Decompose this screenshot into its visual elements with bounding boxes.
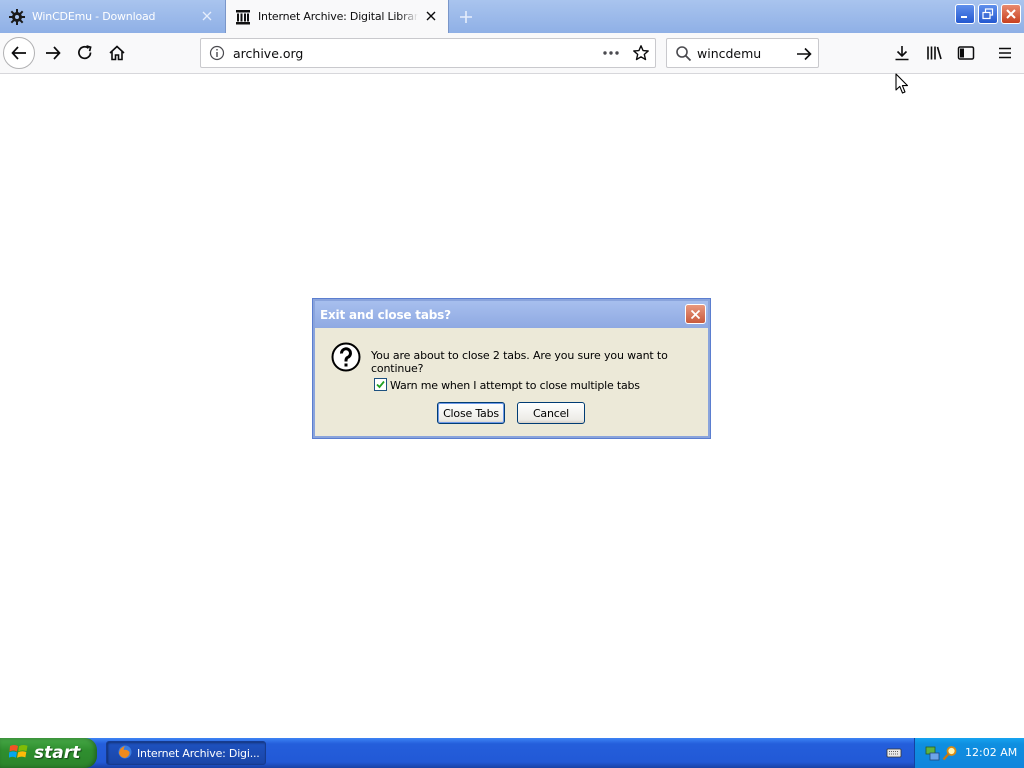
windows-logo-icon: [8, 743, 29, 764]
start-label: start: [34, 743, 81, 763]
search-icon: [675, 45, 692, 65]
home-button[interactable]: [101, 37, 133, 69]
mouse-cursor-icon: [895, 73, 909, 98]
search-bar[interactable]: [666, 38, 819, 68]
bookmark-star-icon[interactable]: [632, 44, 650, 65]
start-button[interactable]: start: [0, 738, 97, 768]
close-icon[interactable]: [200, 9, 214, 23]
page-actions-icon[interactable]: [602, 45, 620, 64]
archive-icon: [234, 8, 252, 26]
system-tray: 12:02 AM: [914, 738, 1024, 768]
downloads-button[interactable]: [886, 37, 918, 69]
restore-icon: [982, 8, 994, 20]
window-close-button[interactable]: [1001, 4, 1021, 24]
forward-button[interactable]: [37, 37, 69, 69]
back-arrow-icon: [11, 46, 26, 60]
download-icon: [895, 46, 909, 61]
taskbar: start Internet Archive: Digi... 12:02 AM: [0, 738, 1024, 768]
close-tabs-button[interactable]: Close Tabs: [437, 402, 505, 424]
minimize-button[interactable]: [955, 4, 975, 24]
sidebar-button[interactable]: [950, 37, 982, 69]
dialog-title-bar[interactable]: Exit and close tabs?: [315, 301, 708, 328]
new-tab-button[interactable]: [456, 7, 476, 27]
question-icon: [330, 341, 362, 376]
sidebar-icon: [957, 46, 975, 60]
close-icon: [1006, 9, 1016, 19]
close-icon[interactable]: [424, 9, 438, 23]
tab-wincdemu[interactable]: WinCDEmu - Download: [0, 0, 224, 33]
taskbar-item-label: Internet Archive: Digi...: [137, 746, 260, 760]
exit-dialog: Exit and close tabs? You are about to cl…: [313, 299, 710, 438]
restore-button[interactable]: [978, 4, 998, 24]
tab-title: Internet Archive: Digital Library of: [258, 10, 418, 23]
dialog-title: Exit and close tabs?: [320, 308, 451, 322]
reload-icon: [78, 45, 92, 60]
minimize-icon: [961, 16, 967, 18]
search-input[interactable]: [697, 45, 792, 62]
cancel-button[interactable]: Cancel: [517, 402, 585, 424]
tab-strip: WinCDEmu - Download Internet Archive: Di…: [0, 0, 1024, 33]
reload-button[interactable]: [69, 37, 101, 69]
back-button[interactable]: [3, 37, 35, 69]
warn-checkbox-label[interactable]: Warn me when I attempt to close multiple…: [390, 379, 640, 392]
gear-icon: [8, 8, 26, 26]
library-button[interactable]: [918, 37, 950, 69]
dialog-close-button[interactable]: [685, 304, 706, 324]
warn-checkbox[interactable]: [374, 378, 387, 391]
tab-title: WinCDEmu - Download: [32, 10, 156, 23]
plus-icon: [460, 11, 472, 23]
taskbar-item-firefox[interactable]: Internet Archive: Digi...: [106, 741, 266, 765]
forward-arrow-icon: [46, 46, 61, 60]
clock: 12:02 AM: [965, 746, 1018, 759]
library-icon: [927, 46, 942, 60]
firefox-icon: [117, 744, 133, 763]
tab-internet-archive[interactable]: Internet Archive: Digital Library of: [225, 0, 449, 33]
checkmark-icon: [376, 380, 385, 389]
dialog-message: You are about to close 2 tabs. Are you s…: [371, 349, 668, 375]
menu-button[interactable]: [989, 37, 1021, 69]
info-icon[interactable]: [209, 45, 225, 64]
navigation-toolbar: archive.org: [0, 33, 1024, 74]
close-icon: [690, 309, 701, 319]
search-icon[interactable]: [942, 745, 958, 764]
hamburger-menu-icon: [999, 47, 1011, 59]
network-icon[interactable]: [925, 745, 941, 764]
url-text[interactable]: archive.org: [233, 46, 303, 61]
home-icon: [109, 45, 125, 61]
address-bar[interactable]: archive.org: [200, 38, 656, 68]
search-go-arrow-icon[interactable]: [795, 45, 813, 66]
keyboard-icon[interactable]: [886, 746, 902, 763]
